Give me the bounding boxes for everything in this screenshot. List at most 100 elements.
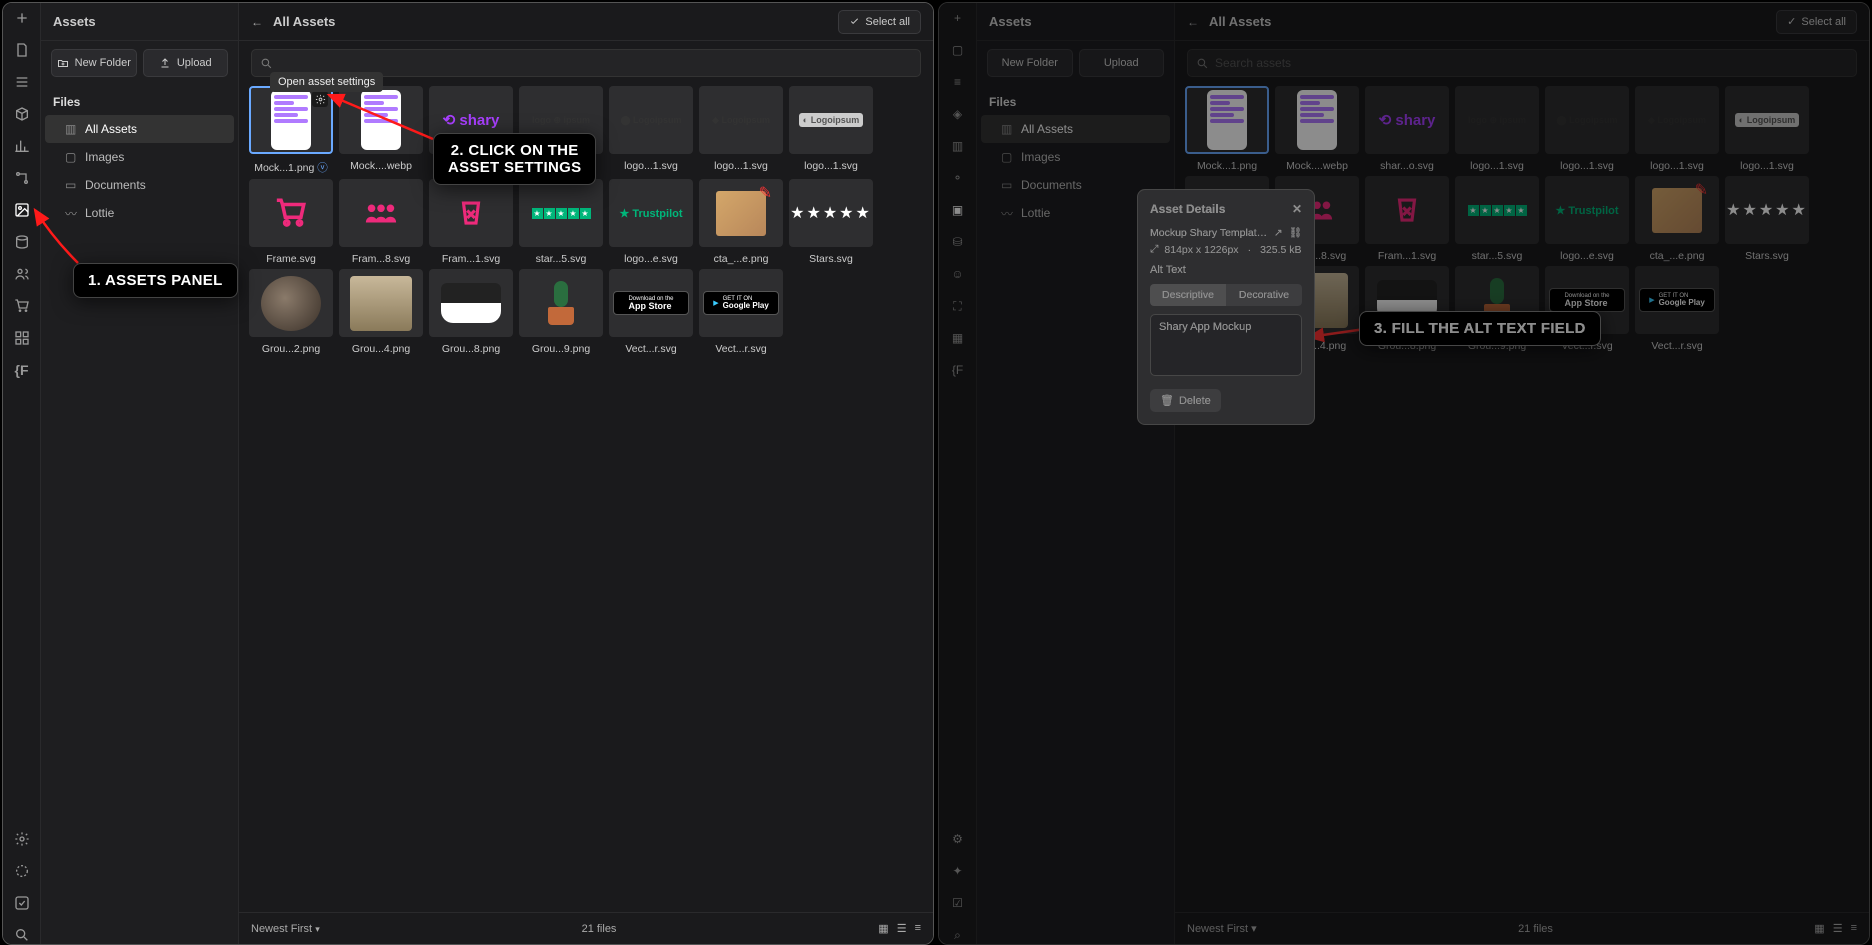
compact-view-icon[interactable]: ≡ [915, 922, 921, 935]
code-icon[interactable]: {F [13, 361, 31, 379]
sort-dropdown[interactable]: Newest First ▾ [251, 923, 320, 935]
page-icon[interactable]: ▢ [949, 41, 967, 59]
delete-button[interactable]: 🗑 Delete [1150, 389, 1221, 412]
check-icon[interactable]: ☑ [949, 894, 967, 912]
cart-icon[interactable]: ⛶ [949, 297, 967, 315]
tree-item[interactable]: ▥All Assets [45, 115, 234, 143]
tree-item-label: Lottie [1021, 206, 1050, 220]
sparkle-icon[interactable] [13, 862, 31, 880]
sparkle-icon[interactable]: ✦ [949, 862, 967, 880]
variables-icon[interactable] [13, 169, 31, 187]
add-icon[interactable]: + [949, 9, 967, 27]
users-icon[interactable]: ☺ [949, 265, 967, 283]
asset-filename: Frame.svg [266, 253, 316, 265]
tree-item-icon: 〰 [65, 205, 77, 222]
asset-tile[interactable]: ◐ Logoipsumlogo...1.svg [788, 86, 874, 175]
box-icon[interactable] [13, 105, 31, 123]
asset-tile[interactable]: Grou...4.png [338, 269, 424, 355]
alt-text-input[interactable] [1150, 314, 1302, 376]
asset-tile[interactable]: ◆ Logoipsumlogo...1.svg [1634, 86, 1720, 172]
back-icon[interactable]: ← [1187, 15, 1199, 29]
asset-tile[interactable]: ★ Trustpilotlogo...e.svg [608, 179, 694, 265]
asset-tile[interactable]: Grou...8.png [428, 269, 514, 355]
back-icon[interactable]: ← [251, 15, 263, 29]
asset-tile[interactable]: ⟲ sharyshar...o.svg [1364, 86, 1450, 172]
new-folder-button[interactable]: New Folder [51, 49, 137, 77]
list-icon[interactable] [13, 73, 31, 91]
tab-descriptive[interactable]: Descriptive [1150, 284, 1226, 306]
assets-icon[interactable]: ▣ [949, 201, 967, 219]
asset-tile[interactable]: ★ Trustpilotlogo...e.svg [1544, 176, 1630, 262]
asset-tile[interactable]: Grou...2.png [248, 269, 334, 355]
asset-tile[interactable]: ⬤ Logoipsumlogo...1.svg [608, 86, 694, 175]
search-icon[interactable] [13, 926, 31, 944]
search-icon[interactable]: ⌕ [949, 926, 967, 944]
asset-details-popup: Asset Details ✕ Mockup Shary Template 1.… [1137, 189, 1315, 425]
tree-item[interactable]: ▢Images [45, 143, 234, 171]
asset-settings-icon[interactable] [312, 91, 328, 107]
chart-icon[interactable]: ▥ [949, 137, 967, 155]
database-icon[interactable]: ⛁ [949, 233, 967, 251]
search-input[interactable]: Search assets [1187, 49, 1857, 77]
tree-item[interactable]: ▥All Assets [981, 115, 1170, 143]
asset-tile[interactable]: Frame.svg [248, 179, 334, 265]
open-icon[interactable]: ↗ [1274, 227, 1283, 239]
search-input[interactable]: Open asset settings [251, 49, 921, 77]
asset-tile[interactable]: ★★★★★Stars.svg [1724, 176, 1810, 262]
upload-button[interactable]: Upload [1079, 49, 1165, 77]
chart-icon[interactable] [13, 137, 31, 155]
cart-icon[interactable] [13, 297, 31, 315]
asset-tile[interactable]: Mock...1.png ⓥ [248, 86, 334, 175]
tree-item[interactable]: ▢Images [981, 143, 1170, 171]
tree-item[interactable]: 〰Lottie [45, 199, 234, 227]
list-view-icon[interactable]: ☰ [897, 922, 907, 935]
box-icon[interactable]: ◈ [949, 105, 967, 123]
asset-tile[interactable]: ★★★★★star...5.svg [518, 179, 604, 265]
check-icon[interactable] [13, 894, 31, 912]
files-section-label: Files [41, 85, 238, 115]
tree-item-icon: ▭ [65, 178, 77, 192]
asset-tile[interactable]: Fram...1.svg [1364, 176, 1450, 262]
close-icon[interactable]: ✕ [1292, 202, 1302, 216]
gear-icon[interactable] [13, 830, 31, 848]
database-icon[interactable] [13, 233, 31, 251]
code-icon[interactable]: {F [949, 361, 967, 379]
asset-tile[interactable]: Mock....webp [1274, 86, 1360, 172]
asset-tile[interactable]: Fram...8.svg [338, 179, 424, 265]
asset-tile[interactable]: ✎cta_...e.png [1634, 176, 1720, 262]
select-all-button[interactable]: ✓ Select all [1776, 10, 1857, 34]
asset-filename: Mock....webp [1286, 160, 1348, 172]
asset-tile[interactable]: ★★★★★star...5.svg [1454, 176, 1540, 262]
list-icon[interactable]: ≡ [949, 73, 967, 91]
tab-decorative[interactable]: Decorative [1226, 284, 1302, 306]
asset-tile[interactable]: ◆ Logoipsumlogo...1.svg [698, 86, 784, 175]
asset-tile[interactable]: ⬤ Logoipsumlogo...1.svg [1544, 86, 1630, 172]
page-icon[interactable] [13, 41, 31, 59]
upload-button[interactable]: Upload [143, 49, 229, 77]
gear-icon[interactable]: ⚙ [949, 830, 967, 848]
asset-tile[interactable]: ★★★★★Stars.svg [788, 179, 874, 265]
apps-icon[interactable] [13, 329, 31, 347]
asset-tile[interactable]: ▶ GET IT ONGoogle PlayVect...r.svg [698, 269, 784, 355]
users-icon[interactable] [13, 265, 31, 283]
asset-tile[interactable]: Mock....webp [338, 86, 424, 175]
asset-tile[interactable]: ◐ Logoipsumlogo...1.svg [1724, 86, 1810, 172]
asset-tile[interactable]: Download on theApp StoreVect...r.svg [608, 269, 694, 355]
apps-icon[interactable]: ▦ [949, 329, 967, 347]
tree-item[interactable]: ▭Documents [45, 171, 234, 199]
sort-dropdown[interactable]: Newest First ▾ [1187, 922, 1257, 935]
asset-filename: logo...1.svg [1560, 160, 1614, 172]
asset-tile[interactable]: logo ⊕ ipsumlogo...1.svg [1454, 86, 1540, 172]
asset-tile[interactable]: ▶ GET IT ONGoogle PlayVect...r.svg [1634, 266, 1720, 352]
asset-tile[interactable]: ✎cta_...e.png [698, 179, 784, 265]
add-icon[interactable] [13, 9, 31, 27]
variables-icon[interactable]: ⚬ [949, 169, 967, 187]
select-all-button[interactable]: Select all [838, 10, 921, 34]
asset-tile[interactable]: Grou...9.png [518, 269, 604, 355]
grid-view-icon[interactable]: ▦ [878, 922, 888, 935]
asset-tile[interactable]: Mock...1.png [1184, 86, 1270, 172]
new-folder-button[interactable]: New Folder [987, 49, 1073, 77]
asset-tile[interactable]: Fram...1.svg [428, 179, 514, 265]
assets-icon[interactable] [13, 201, 31, 219]
link-icon[interactable]: ⛓ [1289, 226, 1302, 239]
